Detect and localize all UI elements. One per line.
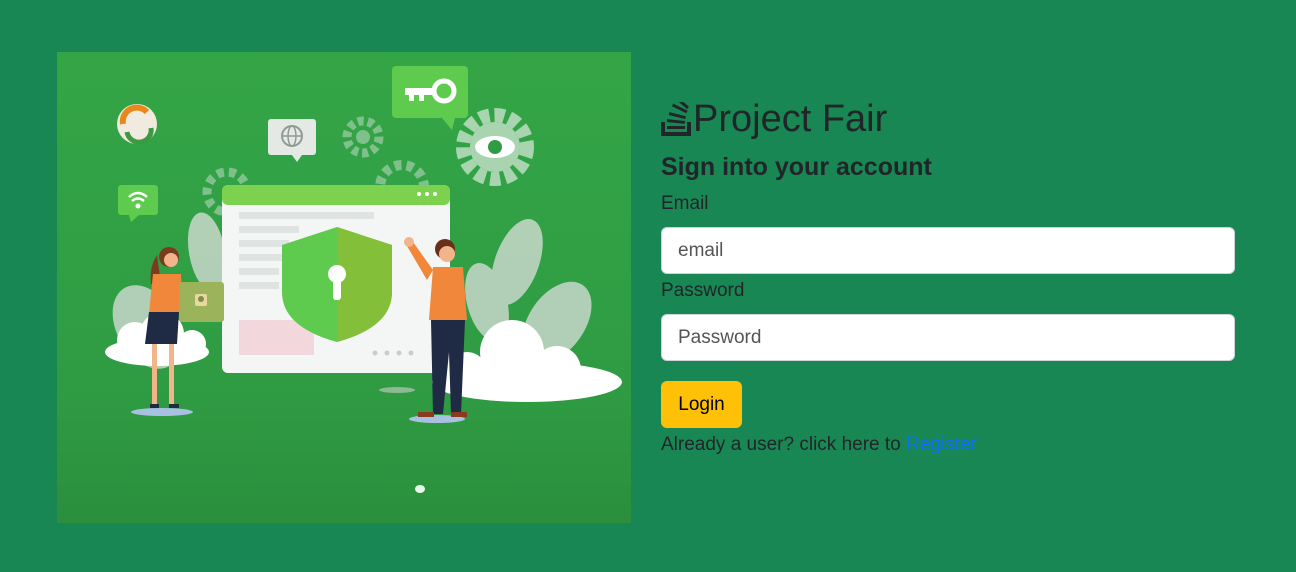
login-form: Project Fair Sign into your account Emai… xyxy=(661,96,1235,457)
globe-icon xyxy=(268,119,316,162)
security-illustration xyxy=(57,52,631,523)
eye-gear-icon xyxy=(456,108,534,186)
email-label: Email xyxy=(661,193,709,214)
login-button[interactable]: Login xyxy=(661,381,742,428)
floor-shadow xyxy=(131,408,193,416)
email-field[interactable] xyxy=(661,227,1235,274)
carousel-indicator[interactable] xyxy=(415,485,425,493)
stack-icon xyxy=(661,102,691,136)
register-prompt: Already a user? click here to Register xyxy=(661,433,1235,457)
illustration-graphic xyxy=(105,66,622,493)
key-icon xyxy=(392,66,468,130)
logo xyxy=(117,104,157,145)
brand-name: Project Fair xyxy=(693,98,888,140)
password-field[interactable] xyxy=(661,314,1235,361)
register-link[interactable]: Register xyxy=(906,434,977,455)
register-prompt-text: Already a user? click here to xyxy=(661,434,901,455)
password-label: Password xyxy=(661,280,745,301)
form-heading: Sign into your account xyxy=(661,153,932,181)
brand: Project Fair xyxy=(661,96,1235,142)
wifi-icon xyxy=(118,185,158,222)
floor-shadow xyxy=(379,387,415,393)
